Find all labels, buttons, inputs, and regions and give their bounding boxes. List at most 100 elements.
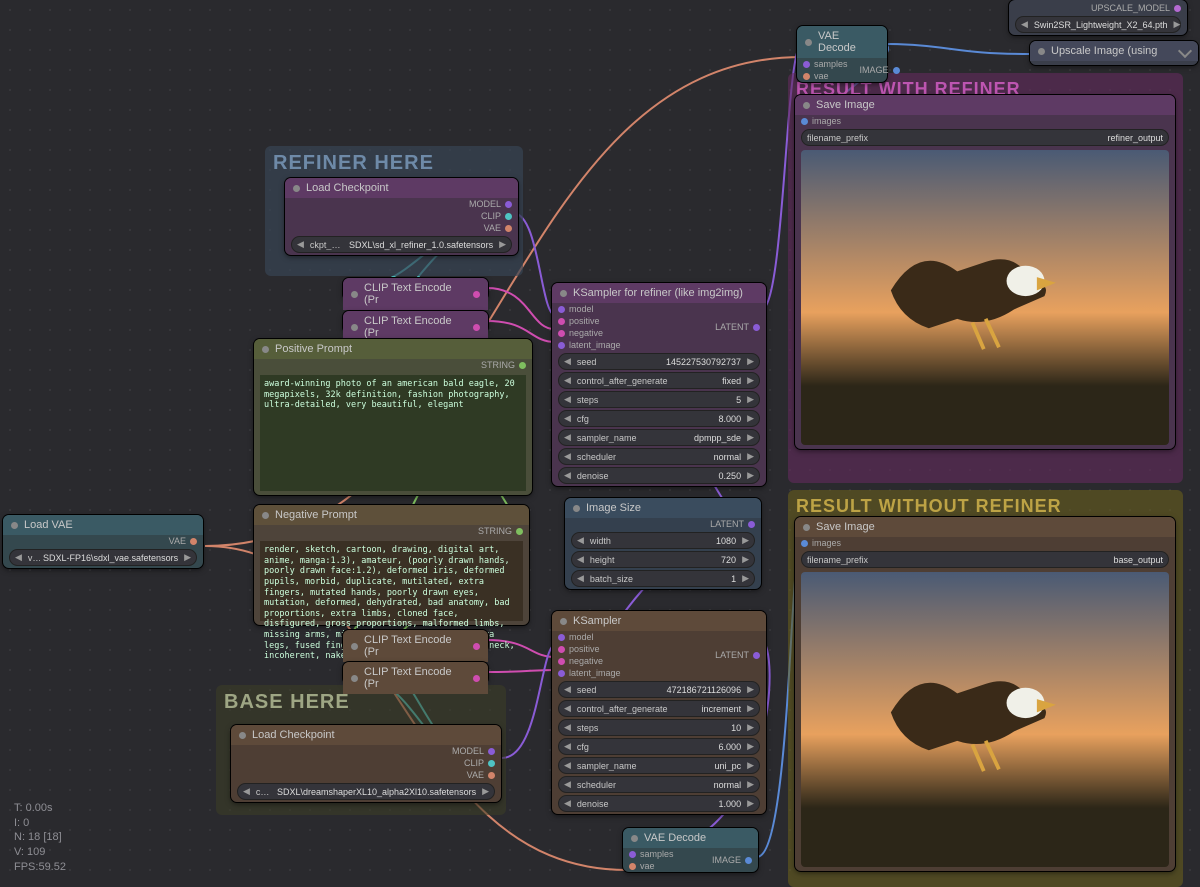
field-height[interactable]: ◀height720▶	[571, 551, 755, 568]
input-latent: latent_image	[569, 668, 621, 678]
field-scheduler[interactable]: ◀schedulernormal▶	[558, 776, 760, 793]
field-filename-prefix[interactable]: filename_prefixbase_output	[801, 551, 1169, 568]
node-title: VAE Decode	[644, 832, 706, 844]
node-upscale-model-loader[interactable]: UPSCALE_MODEL ◀Swin2SR_Lightweight_X2_64…	[1009, 0, 1187, 35]
field-cfg[interactable]: ◀cfg6.000▶	[558, 738, 760, 755]
chevron-right-icon[interactable]: ▶	[744, 722, 757, 733]
field-control-after-generate[interactable]: ◀control_after_generateincrement▶	[558, 700, 760, 717]
chevron-left-icon[interactable]: ◀	[561, 413, 574, 424]
field-vae-name[interactable]: ◀vae_namSDXL-FP16\sdxl_vae.safetensors▶	[9, 549, 197, 566]
field-filename-prefix[interactable]: filename_prefixrefiner_output	[801, 129, 1169, 146]
node-load-checkpoint-refiner[interactable]: Load Checkpoint MODEL CLIP VAE ◀ckpt_nam…	[285, 178, 518, 255]
chevron-right-icon[interactable]: ▶	[744, 703, 757, 714]
node-clip-encode-base-neg[interactable]: CLIP Text Encode (Pr	[343, 662, 488, 684]
chevron-left-icon[interactable]: ◀	[574, 535, 587, 546]
node-title: CLIP Text Encode (Pr	[364, 282, 467, 306]
node-save-image-base[interactable]: Save Image images filename_prefixbase_ou…	[795, 517, 1175, 871]
chevron-right-icon[interactable]: ▶	[744, 375, 757, 386]
node-negative-prompt[interactable]: Negative Prompt STRING render, sketch, c…	[254, 505, 529, 625]
node-load-checkpoint-base[interactable]: Load Checkpoint MODEL CLIP VAE ◀ckpt_nam…	[231, 725, 501, 802]
chevron-left-icon[interactable]: ◀	[561, 684, 574, 695]
chevron-left-icon[interactable]: ◀	[561, 760, 574, 771]
chevron-right-icon[interactable]: ▶	[1171, 19, 1184, 30]
field-cfg[interactable]: ◀cfg8.000▶	[558, 410, 760, 427]
chevron-left-icon[interactable]: ◀	[1018, 19, 1031, 30]
output-latent: LATENT	[715, 322, 749, 332]
chevron-right-icon[interactable]: ▶	[739, 573, 752, 584]
chevron-left-icon[interactable]: ◀	[561, 798, 574, 809]
field-seed[interactable]: ◀seed472186721126096▶	[558, 681, 760, 698]
chevron-left-icon[interactable]: ◀	[561, 741, 574, 752]
node-title: Image Size	[586, 502, 641, 514]
node-save-image-refiner[interactable]: Save Image images filename_prefixrefiner…	[795, 95, 1175, 449]
chevron-right-icon[interactable]: ▶	[496, 239, 509, 250]
input-vae: vae	[640, 861, 655, 871]
output-image: IMAGE	[712, 855, 741, 865]
node-ksampler-base[interactable]: KSampler model positive negative latent_…	[552, 611, 766, 814]
field-batch-size[interactable]: ◀batch_size1▶	[571, 570, 755, 587]
node-image-size[interactable]: Image Size LATENT ◀width1080▶◀height720▶…	[565, 498, 761, 589]
field-scheduler[interactable]: ◀schedulernormal▶	[558, 448, 760, 465]
node-title: KSampler	[573, 615, 621, 627]
chevron-left-icon[interactable]: ◀	[294, 239, 307, 250]
canvas-stats: T: 0.00s I: 0 N: 18 [18] V: 109 FPS:59.5…	[14, 801, 66, 875]
chevron-right-icon[interactable]: ▶	[744, 451, 757, 462]
chevron-left-icon[interactable]: ◀	[561, 375, 574, 386]
chevron-right-icon[interactable]: ▶	[744, 760, 757, 771]
chevron-right-icon[interactable]: ▶	[739, 535, 752, 546]
chevron-left-icon[interactable]: ◀	[561, 722, 574, 733]
node-title: CLIP Text Encode (Pr	[364, 315, 467, 339]
field-model-name[interactable]: ◀Swin2SR_Lightweight_X2_64.pth▶	[1015, 16, 1181, 33]
input-negative: negative	[569, 328, 603, 338]
node-title: Save Image	[816, 521, 875, 533]
node-clip-encode-base-pos[interactable]: CLIP Text Encode (Pr	[343, 630, 488, 652]
field-steps[interactable]: ◀steps5▶	[558, 391, 760, 408]
field-ckpt-name[interactable]: ◀ckpt_namSDXL\dreamshaperXL10_alpha2Xl10…	[237, 783, 495, 800]
chevron-left-icon[interactable]: ◀	[561, 779, 574, 790]
field-control-after-generate[interactable]: ◀control_after_generatefixed▶	[558, 372, 760, 389]
node-clip-encode-refiner-pos[interactable]: CLIP Text Encode (Pr	[343, 278, 488, 300]
chevron-left-icon[interactable]: ◀	[561, 394, 574, 405]
output-image: IMAGE	[860, 65, 889, 75]
chevron-right-icon[interactable]: ▶	[744, 741, 757, 752]
field-steps[interactable]: ◀steps10▶	[558, 719, 760, 736]
node-clip-encode-refiner-neg[interactable]: CLIP Text Encode (Pr	[343, 311, 488, 333]
chevron-right-icon[interactable]: ▶	[744, 432, 757, 443]
chevron-left-icon[interactable]: ◀	[561, 451, 574, 462]
chevron-left-icon[interactable]: ◀	[574, 554, 587, 565]
chevron-right-icon[interactable]: ▶	[744, 394, 757, 405]
node-load-vae[interactable]: Load VAE VAE ◀vae_namSDXL-FP16\sdxl_vae.…	[3, 515, 203, 568]
field-seed[interactable]: ◀seed145227530792737▶	[558, 353, 760, 370]
field-denoise[interactable]: ◀denoise0.250▶	[558, 467, 760, 484]
chevron-right-icon[interactable]: ▶	[744, 356, 757, 367]
field-width[interactable]: ◀width1080▶	[571, 532, 755, 549]
chevron-left-icon[interactable]: ◀	[12, 552, 25, 563]
node-upscale-image[interactable]: Upscale Image (using	[1030, 41, 1198, 65]
chevron-left-icon[interactable]: ◀	[561, 432, 574, 443]
textarea-negative-prompt[interactable]: render, sketch, cartoon, drawing, digita…	[260, 541, 523, 621]
chevron-left-icon[interactable]: ◀	[561, 470, 574, 481]
field-ckpt-name[interactable]: ◀ckpt_nameSDXL\sd_xl_refiner_1.0.safeten…	[291, 236, 512, 253]
chevron-right-icon[interactable]: ▶	[181, 552, 194, 563]
node-positive-prompt[interactable]: Positive Prompt STRING award-winning pho…	[254, 339, 532, 495]
chevron-right-icon[interactable]: ▶	[744, 470, 757, 481]
chevron-left-icon[interactable]: ◀	[240, 786, 253, 797]
output-clip: CLIP	[464, 758, 484, 768]
chevron-left-icon[interactable]: ◀	[561, 356, 574, 367]
node-vae-decode-base[interactable]: VAE Decode samples vae IMAGE	[623, 828, 758, 872]
chevron-right-icon[interactable]: ▶	[479, 786, 492, 797]
node-ksampler-refiner[interactable]: KSampler for refiner (like img2img) mode…	[552, 283, 766, 486]
field-sampler-name[interactable]: ◀sampler_namedpmpp_sde▶	[558, 429, 760, 446]
chevron-right-icon[interactable]: ▶	[739, 554, 752, 565]
chevron-right-icon[interactable]: ▶	[744, 684, 757, 695]
chevron-left-icon[interactable]: ◀	[574, 573, 587, 584]
chevron-right-icon[interactable]: ▶	[744, 798, 757, 809]
node-vae-decode-refiner[interactable]: VAE Decode samples vae IMAGE	[797, 26, 887, 82]
chevron-right-icon[interactable]: ▶	[744, 413, 757, 424]
chevron-right-icon[interactable]: ▶	[744, 779, 757, 790]
chevron-down-icon[interactable]	[1178, 44, 1192, 58]
textarea-positive-prompt[interactable]: award-winning photo of an american bald …	[260, 375, 526, 491]
field-denoise[interactable]: ◀denoise1.000▶	[558, 795, 760, 812]
chevron-left-icon[interactable]: ◀	[561, 703, 574, 714]
field-sampler-name[interactable]: ◀sampler_nameuni_pc▶	[558, 757, 760, 774]
